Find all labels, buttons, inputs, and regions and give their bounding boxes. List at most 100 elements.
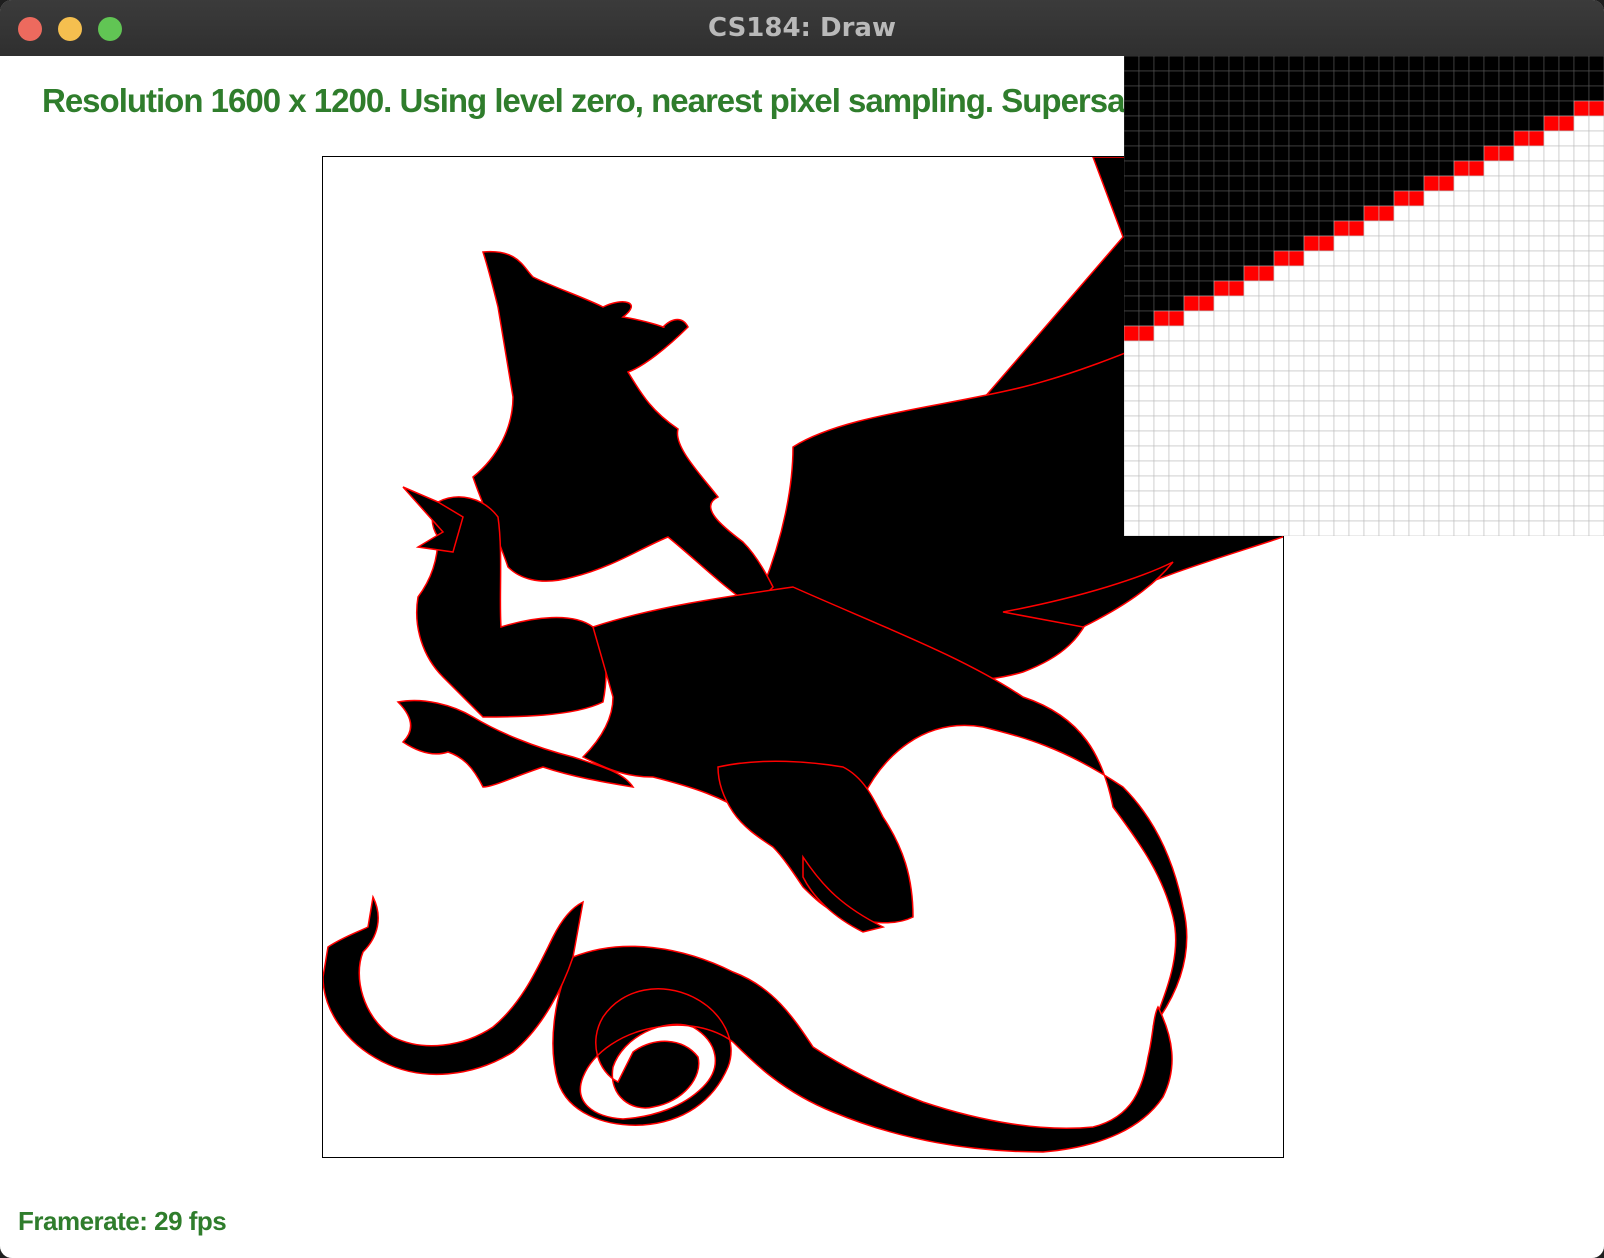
zoom-pixel — [1573, 220, 1590, 237]
zoom-pixel — [1408, 220, 1425, 237]
zoom-pixel — [1303, 445, 1320, 462]
zoom-pixel — [1498, 175, 1515, 192]
zoom-pixel — [1123, 265, 1140, 282]
draw-canvas-area[interactable]: Resolution 1600 x 1200. Using level zero… — [0, 55, 1604, 1258]
zoom-pixel — [1228, 520, 1245, 537]
zoom-pixel — [1228, 370, 1245, 387]
zoom-pixel — [1453, 100, 1470, 117]
zoom-pixel — [1588, 490, 1604, 507]
zoom-pixel — [1168, 175, 1185, 192]
zoom-pixel — [1468, 505, 1485, 522]
zoom-pixel — [1438, 115, 1455, 132]
zoom-pixel — [1228, 475, 1245, 492]
zoom-pixel — [1408, 100, 1425, 117]
zoom-pixel — [1228, 115, 1245, 132]
zoom-pixel — [1573, 175, 1590, 192]
zoom-pixel — [1453, 415, 1470, 432]
zoom-pixel — [1303, 145, 1320, 162]
zoom-pixel — [1198, 250, 1215, 267]
zoom-pixel — [1318, 430, 1335, 447]
zoom-pixel — [1258, 310, 1275, 327]
zoom-pixel — [1243, 190, 1260, 207]
zoom-pixel — [1288, 235, 1305, 252]
zoom-pixel — [1588, 280, 1604, 297]
zoom-pixel — [1393, 145, 1410, 162]
zoom-pixel — [1198, 175, 1215, 192]
zoom-pixel — [1258, 385, 1275, 402]
zoom-pixel — [1228, 175, 1245, 192]
zoom-pixel — [1303, 130, 1320, 147]
zoom-pixel — [1333, 490, 1350, 507]
zoom-pixel — [1468, 130, 1485, 147]
zoom-pixel — [1168, 370, 1185, 387]
zoom-pixel — [1393, 235, 1410, 252]
zoom-pixel — [1243, 430, 1260, 447]
zoom-pixel — [1453, 55, 1470, 72]
zoom-pixel — [1573, 355, 1590, 372]
zoom-pixel — [1258, 430, 1275, 447]
zoom-pixel — [1348, 310, 1365, 327]
zoom-pixel — [1123, 190, 1140, 207]
zoom-pixel — [1423, 130, 1440, 147]
zoom-pixel — [1573, 475, 1590, 492]
zoom-pixel — [1393, 520, 1410, 537]
zoom-pixel — [1273, 265, 1290, 282]
zoom-pixel — [1213, 175, 1230, 192]
zoom-pixel — [1198, 265, 1215, 282]
zoom-pixel — [1543, 55, 1560, 72]
zoom-pixel — [1438, 55, 1455, 72]
zoom-pixel — [1483, 55, 1500, 72]
zoom-pixel — [1408, 400, 1425, 417]
zoom-pixel — [1483, 355, 1500, 372]
zoom-pixel — [1138, 55, 1155, 72]
zoom-pixel — [1183, 505, 1200, 522]
zoom-pixel — [1543, 490, 1560, 507]
zoom-pixel — [1213, 460, 1230, 477]
zoom-pixel — [1408, 130, 1425, 147]
zoom-pixel — [1573, 385, 1590, 402]
zoom-pixel — [1123, 235, 1140, 252]
zoom-pixel — [1198, 490, 1215, 507]
zoom-pixel — [1558, 130, 1575, 147]
zoom-pixel — [1153, 235, 1170, 252]
zoom-pixel — [1558, 145, 1575, 162]
app-window: CS184: Draw Resolution 1600 x 1200. Usin… — [0, 0, 1604, 1258]
zoom-pixel — [1543, 175, 1560, 192]
zoom-pixel — [1123, 130, 1140, 147]
zoom-pixel — [1318, 55, 1335, 72]
title-bar[interactable]: CS184: Draw — [0, 0, 1604, 57]
zoom-pixel — [1258, 460, 1275, 477]
zoom-pixel — [1273, 115, 1290, 132]
zoom-pixel — [1498, 310, 1515, 327]
zoom-pixel — [1348, 160, 1365, 177]
zoom-pixel — [1273, 445, 1290, 462]
zoom-pixel — [1588, 55, 1604, 72]
zoom-pixel — [1303, 265, 1320, 282]
zoom-pixel — [1378, 235, 1395, 252]
zoom-pixel — [1513, 250, 1530, 267]
zoom-pixel — [1468, 385, 1485, 402]
zoom-pixel — [1528, 85, 1545, 102]
zoom-pixel — [1303, 160, 1320, 177]
zoom-pixel — [1153, 250, 1170, 267]
zoom-pixel — [1483, 445, 1500, 462]
zoom-pixel — [1153, 100, 1170, 117]
zoom-pixel — [1393, 475, 1410, 492]
zoom-pixel — [1273, 400, 1290, 417]
zoom-pixel — [1168, 160, 1185, 177]
zoom-pixel — [1123, 70, 1140, 87]
zoom-pixel — [1198, 70, 1215, 87]
zoom-pixel — [1333, 280, 1350, 297]
zoom-pixel — [1513, 70, 1530, 87]
zoom-pixel — [1513, 430, 1530, 447]
zoom-pixel — [1348, 385, 1365, 402]
zoom-pixel — [1543, 100, 1560, 117]
pixel-zoom-inspector — [1123, 55, 1604, 537]
zoom-pixel — [1273, 205, 1290, 222]
zoom-pixel — [1588, 430, 1604, 447]
zoom-pixel — [1183, 325, 1200, 342]
zoom-pixel — [1318, 520, 1335, 537]
zoom-pixel — [1273, 370, 1290, 387]
zoom-pixel — [1438, 160, 1455, 177]
zoom-pixel — [1453, 70, 1470, 87]
